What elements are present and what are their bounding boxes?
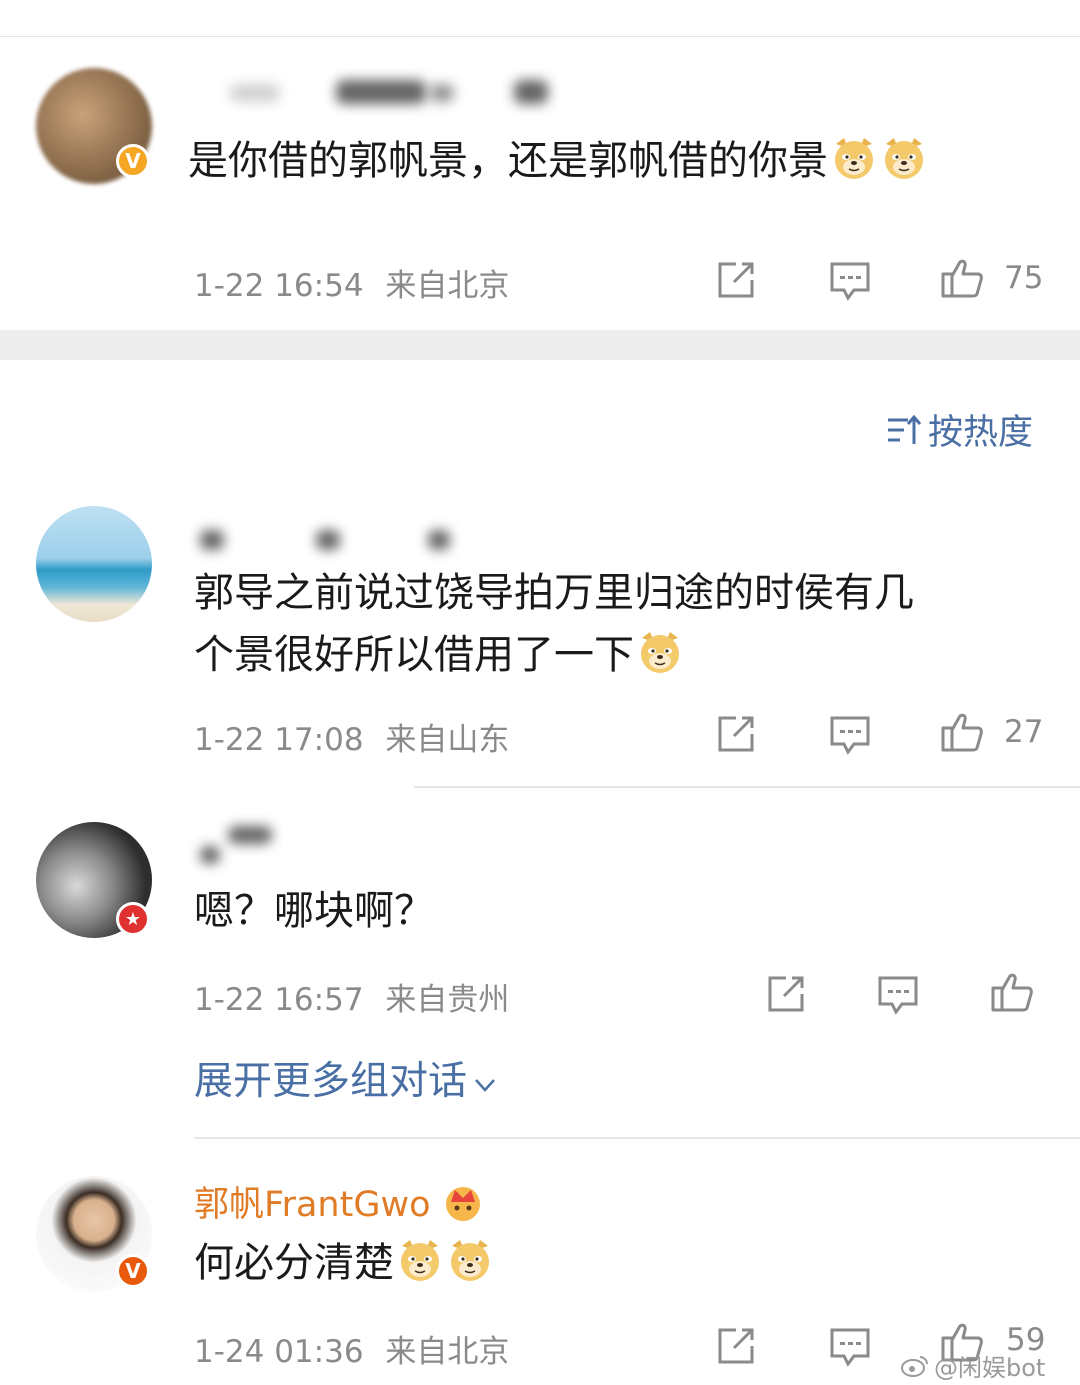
top-divider [0,36,1080,37]
like-icon[interactable] [990,970,1034,1014]
username-blurred[interactable] [316,530,340,550]
comment-time: 1-24 01:36 [194,1334,364,1370]
share-icon[interactable] [714,258,758,302]
comment-text: 个景很好所以借用了一下 [194,624,684,686]
username-blurred[interactable] [200,530,224,550]
comment-divider [194,1137,1080,1139]
comment-location: 来自北京 [385,268,510,304]
comment-icon[interactable] [828,1324,872,1368]
like-icon[interactable] [940,256,984,300]
doge-emoji-icon [830,134,878,182]
share-icon[interactable] [714,712,758,756]
comment-time: 1-22 16:54 [194,268,364,304]
username-blurred[interactable] [430,84,454,102]
member-badge-icon: ★ [116,902,150,936]
comment-location: 来自山东 [385,722,510,758]
author-name: 郭帆FrantGwo [194,1185,431,1225]
username-blurred[interactable] [514,80,548,104]
comment-icon[interactable] [828,712,872,756]
username-blurred[interactable] [230,84,280,102]
username-blurred[interactable] [200,846,220,864]
share-icon[interactable] [764,972,808,1016]
watermark-text: @闲娱bot [934,1354,1046,1382]
username-blurred[interactable] [428,530,450,550]
comment-text: 郭导之前说过饶导拍万里归途的时侯有几 [194,570,914,616]
doge-emoji-icon [446,1236,494,1284]
section-separator [0,330,1080,360]
doge-emoji-icon [636,628,684,676]
doge-emoji-icon [880,134,928,182]
comment-author[interactable]: 郭帆FrantGwo [194,1176,485,1227]
comment-time: 1-22 17:08 [194,722,364,758]
comment-1: V 是你借的郭帆景，还是郭帆借的你景 1-22 16:54 来自北京 75 [0,40,1080,330]
comment-location: 来自北京 [385,1334,510,1370]
username-blurred[interactable] [336,80,426,104]
chevron-down-icon [471,1064,499,1092]
watermark: @闲娱bot [900,1348,1045,1383]
like-count: 27 [1004,714,1044,750]
crown-icon [441,1180,485,1224]
comment-text: 嗯？哪块啊？ [194,888,434,934]
expand-label: 展开更多组对话 [194,1059,468,1104]
comment-meta: 1-22 16:54 来自北京 [194,260,509,305]
like-count: 75 [1004,260,1044,296]
like-icon[interactable] [940,710,984,754]
verified-badge-icon: V [116,1254,150,1288]
avatar[interactable] [36,506,152,622]
weibo-icon [900,1353,930,1379]
sort-icon [886,412,922,448]
sort-by-hot-button[interactable]: 按热度 [886,404,1033,455]
comment-location: 来自贵州 [385,982,510,1018]
comment-meta: 1-24 01:36 来自北京 [194,1326,509,1371]
comment-text: 何必分清楚 [194,1232,494,1294]
comment-divider [414,786,1080,788]
doge-emoji-icon [396,1236,444,1284]
username-blurred[interactable] [228,826,272,844]
comment-icon[interactable] [828,258,872,302]
verified-badge-icon: V [116,144,150,178]
comment-meta: 1-22 17:08 来自山东 [194,714,509,759]
expand-more-conversations-link[interactable]: 展开更多组对话 [194,1050,499,1106]
comment-text: 是你借的郭帆景，还是郭帆借的你景 [188,130,928,192]
sort-label: 按热度 [928,413,1034,453]
comment-meta: 1-22 16:57 来自贵州 [194,974,509,1019]
comment-time: 1-22 16:57 [194,982,364,1018]
comment-icon[interactable] [876,972,920,1016]
share-icon[interactable] [714,1324,758,1368]
